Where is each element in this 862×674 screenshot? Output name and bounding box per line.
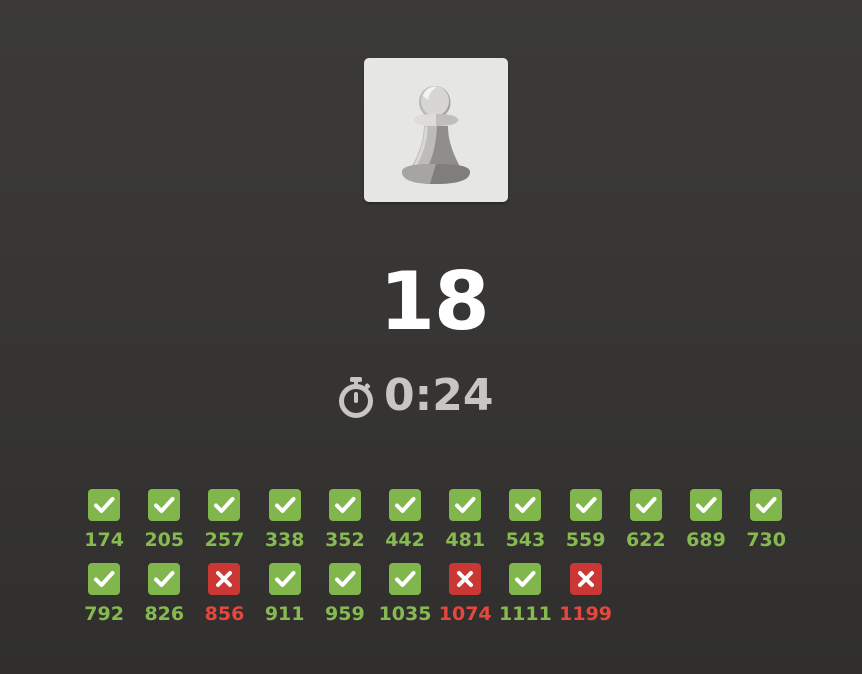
incorrect-badge: [208, 563, 241, 595]
checkmark-icon: [334, 497, 356, 513]
puzzle-result-ok[interactable]: 559: [556, 489, 616, 554]
correct-badge: [88, 489, 121, 521]
puzzle-rating: 352: [325, 529, 365, 551]
puzzle-rating: 856: [204, 603, 245, 625]
puzzle-rating: 792: [84, 603, 124, 625]
checkmark-icon: [274, 571, 296, 587]
checkmark-icon: [154, 497, 175, 513]
puzzle-rating: 1199: [559, 603, 613, 625]
correct-badge: [148, 563, 181, 595]
correct-badge: [328, 563, 361, 595]
puzzle-result-ok[interactable]: 543: [495, 489, 555, 554]
puzzle-result-ok[interactable]: 205: [134, 489, 194, 554]
puzzle-result-ok[interactable]: 959: [315, 563, 375, 628]
stopwatch-icon: [339, 377, 373, 418]
puzzle-rating: 1111: [498, 603, 552, 625]
puzzle-result-ok[interactable]: 826: [134, 563, 194, 628]
checkmark-icon: [154, 571, 175, 587]
correct-badge: [208, 489, 241, 521]
correct-badge: [389, 563, 422, 595]
puzzle-rating: 826: [144, 603, 185, 625]
checkmark-icon: [515, 497, 536, 513]
cross-icon: [577, 571, 594, 587]
checkmark-icon: [756, 497, 777, 513]
puzzle-result-ok[interactable]: 481: [435, 489, 495, 554]
correct-badge: [689, 489, 722, 521]
puzzle-results-grid: 174 205 257 338 352 442 481 543 559 622 689 730 792 8…: [74, 489, 796, 628]
checkmark-icon: [395, 497, 416, 513]
puzzle-rating: 911: [264, 603, 305, 625]
puzzle-rating: 174: [84, 529, 124, 551]
puzzle-result-ok[interactable]: 338: [255, 489, 315, 554]
puzzle-result-ok[interactable]: 352: [315, 489, 375, 554]
checkmark-icon: [515, 571, 536, 587]
correct-badge: [750, 489, 783, 521]
checkmark-icon: [695, 497, 717, 513]
elapsed-timer: 0:24: [336, 368, 493, 424]
puzzle-result-ok[interactable]: 911: [255, 563, 315, 628]
puzzle-rating: 442: [385, 529, 425, 551]
puzzle-result-ok[interactable]: 174: [74, 489, 134, 554]
puzzle-rating: 257: [204, 529, 245, 551]
checkmark-icon: [395, 571, 416, 587]
correct-badge: [629, 489, 662, 521]
puzzle-result-ok[interactable]: 1035: [375, 563, 435, 628]
puzzle-rating: 959: [325, 603, 365, 625]
puzzle-rating: 559: [565, 529, 606, 551]
checkmark-icon: [94, 497, 115, 513]
correct-badge: [88, 563, 121, 595]
puzzle-result-ok[interactable]: 730: [736, 489, 796, 554]
puzzle-result-ok[interactable]: 257: [194, 489, 254, 554]
puzzle-result-ok[interactable]: 689: [676, 489, 736, 554]
puzzle-rating: 543: [505, 529, 546, 551]
puzzle-rating: 1074: [438, 603, 492, 625]
puzzle-result-ok[interactable]: 792: [74, 563, 134, 628]
correct-badge: [148, 489, 181, 521]
timer-value: 0:24: [384, 370, 494, 421]
correct-badge: [509, 489, 542, 521]
white-pawn-icon: [402, 86, 470, 184]
puzzle-rating: 205: [144, 529, 185, 551]
puzzle-rating: 338: [264, 529, 305, 551]
checkmark-icon: [635, 497, 657, 513]
puzzle-rating: 481: [445, 529, 486, 551]
checkmark-icon: [274, 497, 296, 513]
checkmark-icon: [455, 497, 476, 513]
puzzle-result-ok[interactable]: 622: [616, 489, 676, 554]
puzzle-score: 18: [379, 255, 489, 348]
puzzle-rating: 730: [746, 529, 786, 551]
correct-badge: [509, 563, 542, 595]
checkmark-icon: [94, 571, 115, 587]
cross-icon: [457, 571, 474, 587]
puzzle-result-bad[interactable]: 856: [194, 563, 254, 628]
correct-badge: [389, 489, 422, 521]
correct-badge: [569, 489, 602, 521]
checkmark-icon: [334, 571, 356, 587]
correct-badge: [268, 489, 301, 521]
puzzle-rating: 1035: [378, 603, 432, 625]
puzzle-result-bad[interactable]: 1074: [435, 563, 495, 628]
puzzle-result-bad[interactable]: 1199: [556, 563, 616, 628]
puzzle-result-ok[interactable]: 1111: [495, 563, 555, 628]
correct-badge: [268, 563, 301, 595]
checkmark-icon: [575, 497, 597, 513]
checkmark-icon: [214, 497, 235, 513]
puzzle-rating: 622: [625, 529, 666, 551]
puzzle-piece-card: [364, 58, 508, 202]
correct-badge: [449, 489, 482, 521]
cross-icon: [216, 571, 233, 587]
incorrect-badge: [449, 563, 482, 595]
correct-badge: [328, 489, 361, 521]
incorrect-badge: [569, 563, 602, 595]
puzzle-result-ok[interactable]: 442: [375, 489, 435, 554]
puzzle-rating: 689: [686, 529, 726, 551]
